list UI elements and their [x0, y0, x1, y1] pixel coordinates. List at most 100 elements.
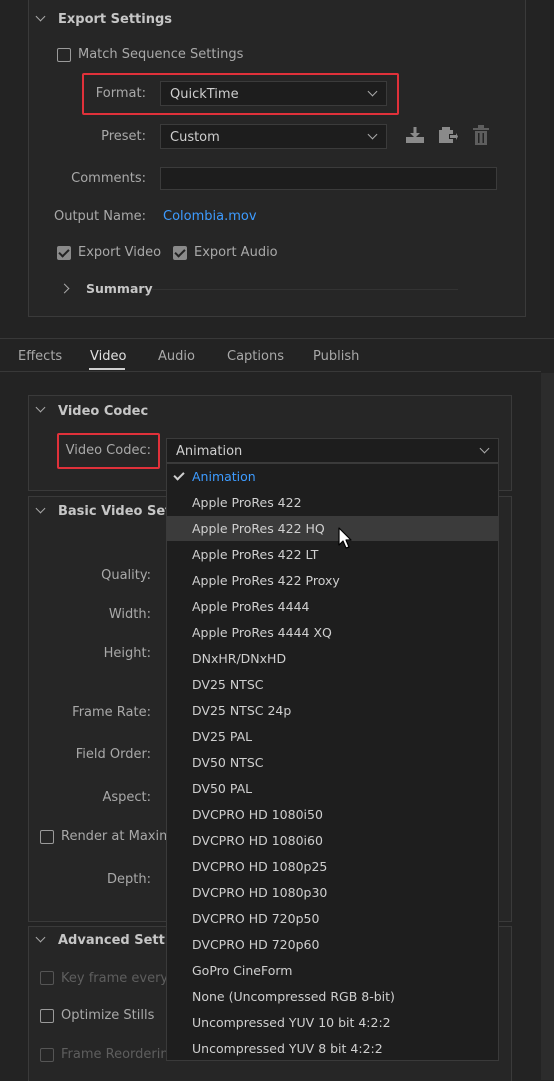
match-sequence-label: Match Sequence Settings — [78, 47, 244, 62]
export-audio-checkbox[interactable] — [173, 246, 187, 260]
frame-reordering-checkbox[interactable] — [40, 1048, 54, 1062]
menu-item-label: DVCPRO HD 1080p25 — [192, 859, 328, 874]
video-codec-label: Video Codec: — [65, 443, 151, 458]
menu-item[interactable]: Apple ProRes 422 HQ — [167, 516, 498, 541]
render-max-checkbox[interactable] — [40, 830, 54, 844]
menu-item-label: DNxHR/DNxHD — [192, 651, 287, 666]
menu-item-label: DV50 NTSC — [192, 755, 264, 770]
export-video-checkbox[interactable] — [57, 246, 71, 260]
menu-item-label: DVCPRO HD 1080p30 — [192, 885, 328, 900]
depth-label: Depth: — [107, 872, 151, 887]
menu-item[interactable]: Apple ProRes 422 Proxy — [167, 568, 498, 593]
menu-item[interactable]: DVCPRO HD 1080p30 — [167, 880, 498, 905]
menu-item-label: Apple ProRes 422 LT — [192, 547, 319, 562]
menu-item-label: DV25 NTSC — [192, 677, 264, 692]
save-preset-icon[interactable] — [437, 126, 459, 146]
preset-value: Custom — [170, 130, 220, 145]
menu-item[interactable]: GoPro CineForm — [167, 958, 498, 983]
menu-item-label: Apple ProRes 422 — [192, 495, 302, 510]
menu-item[interactable]: DV50 PAL — [167, 776, 498, 801]
tab-audio[interactable]: Audio — [158, 349, 195, 364]
key-frame-checkbox[interactable] — [40, 971, 54, 985]
menu-item-label: Apple ProRes 422 Proxy — [192, 573, 340, 588]
import-preset-icon[interactable] — [404, 126, 426, 146]
comments-label: Comments: — [71, 171, 146, 186]
menu-item[interactable]: Uncompressed YUV 10 bit 4:2:2 — [167, 1010, 498, 1035]
menu-item[interactable]: Apple ProRes 422 — [167, 490, 498, 515]
quality-label: Quality: — [101, 568, 151, 583]
menu-item-label: DVCPRO HD 720p60 — [192, 937, 320, 952]
optimize-stills-label: Optimize Stills — [61, 1008, 155, 1023]
menu-item-label: Apple ProRes 422 HQ — [192, 521, 325, 536]
output-name-label: Output Name: — [53, 209, 146, 224]
menu-item[interactable]: DVCPRO HD 720p50 — [167, 906, 498, 931]
export-audio-label: Export Audio — [194, 245, 278, 260]
checkmark-icon — [173, 469, 185, 481]
render-max-label: Render at Maximu — [61, 829, 180, 844]
menu-item[interactable]: Uncompressed YUV 8 bit 4:2:2 — [167, 1036, 498, 1061]
scrollbar-track[interactable] — [541, 373, 554, 1080]
preset-dropdown[interactable]: Custom — [160, 124, 387, 149]
tab-video[interactable]: Video — [90, 349, 126, 364]
menu-item-label: DV25 NTSC 24p — [192, 703, 292, 718]
tab-publish[interactable]: Publish — [313, 349, 359, 364]
match-sequence-checkbox[interactable] — [57, 48, 71, 62]
menu-item-label: GoPro CineForm — [192, 963, 293, 978]
format-value: QuickTime — [170, 87, 239, 102]
menu-item[interactable]: DV25 PAL — [167, 724, 498, 749]
menu-item[interactable]: Animation — [167, 464, 498, 489]
menu-item[interactable]: Apple ProRes 422 LT — [167, 542, 498, 567]
menu-item-label: Uncompressed YUV 8 bit 4:2:2 — [192, 1041, 383, 1056]
menu-item[interactable]: Apple ProRes 4444 XQ — [167, 620, 498, 645]
menu-item-label: None (Uncompressed RGB 8-bit) — [192, 989, 395, 1004]
tabs-divider-bottom — [0, 371, 541, 372]
optimize-stills-checkbox[interactable] — [40, 1009, 54, 1023]
menu-item-label: DV25 PAL — [192, 729, 253, 744]
mouse-cursor-icon — [338, 527, 352, 549]
video-codec-dropdown[interactable]: Animation — [166, 438, 499, 463]
key-frame-label: Key frame every — [61, 971, 169, 986]
menu-item-label: Apple ProRes 4444 XQ — [192, 625, 332, 640]
chevron-down-icon — [367, 86, 378, 97]
tab-video-underline — [89, 368, 125, 370]
summary-title[interactable]: Summary — [86, 281, 153, 296]
menu-item-label: DVCPRO HD 1080i50 — [192, 807, 323, 822]
menu-item-label: DV50 PAL — [192, 781, 253, 796]
comments-input[interactable] — [160, 167, 497, 190]
summary-divider — [152, 289, 458, 290]
menu-item[interactable]: None (Uncompressed RGB 8-bit) — [167, 984, 498, 1009]
menu-item[interactable]: DVCPRO HD 1080i60 — [167, 828, 498, 853]
chevron-down-icon — [367, 129, 378, 140]
menu-item-label: Animation — [192, 469, 256, 484]
frame-rate-label: Frame Rate: — [72, 705, 151, 720]
video-codec-menu: Animation Apple ProRes 422 Apple ProRes 42… — [166, 463, 499, 1061]
menu-item[interactable]: DVCPRO HD 1080p25 — [167, 854, 498, 879]
video-codec-value: Animation — [176, 444, 243, 459]
export-settings-title: Export Settings — [58, 12, 173, 27]
menu-item-label: DVCPRO HD 1080i60 — [192, 833, 323, 848]
video-codec-title: Video Codec — [58, 404, 149, 419]
frame-reordering-label: Frame Reordering — [61, 1047, 177, 1062]
menu-item[interactable]: DV50 NTSC — [167, 750, 498, 775]
format-label: Format: — [95, 86, 146, 101]
trash-icon[interactable] — [471, 125, 491, 146]
menu-item[interactable]: DVCPRO HD 1080i50 — [167, 802, 498, 827]
export-video-label: Export Video — [78, 245, 162, 260]
height-label: Height: — [103, 646, 151, 661]
menu-item[interactable]: DV25 NTSC 24p — [167, 698, 498, 723]
format-dropdown[interactable]: QuickTime — [160, 81, 387, 106]
menu-item-label: DVCPRO HD 720p50 — [192, 911, 320, 926]
chevron-down-icon — [479, 443, 490, 454]
preset-label: Preset: — [101, 129, 146, 144]
field-order-label: Field Order: — [75, 747, 151, 762]
menu-item[interactable]: DNxHR/DNxHD — [167, 646, 498, 671]
menu-item[interactable]: Apple ProRes 4444 — [167, 594, 498, 619]
aspect-label: Aspect: — [102, 790, 151, 805]
width-label: Width: — [108, 607, 151, 622]
menu-item[interactable]: DV25 NTSC — [167, 672, 498, 697]
tab-effects[interactable]: Effects — [18, 349, 62, 364]
output-name-link[interactable]: Colombia.mov — [163, 209, 257, 224]
tabs-divider-top — [0, 338, 554, 339]
tab-captions[interactable]: Captions — [227, 349, 284, 364]
menu-item[interactable]: DVCPRO HD 720p60 — [167, 932, 498, 957]
